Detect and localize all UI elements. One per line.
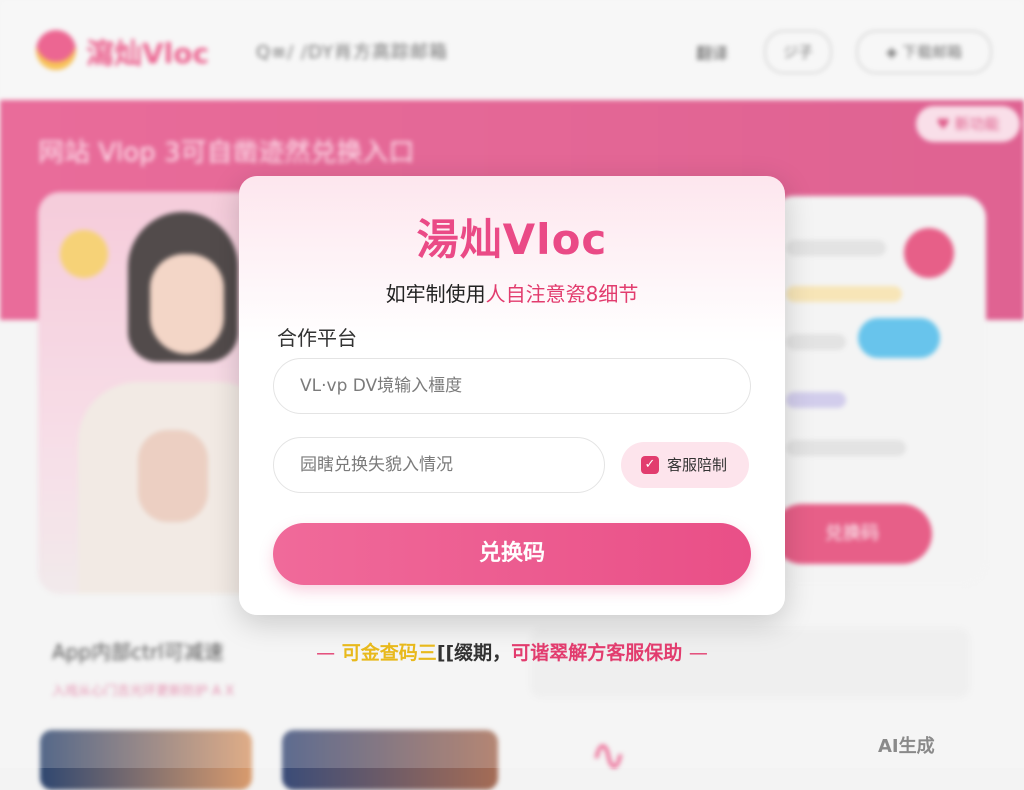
- modal-title: 湯灿Vloc: [416, 215, 608, 264]
- notice-dash-left: —: [316, 642, 336, 664]
- notice-text-pink: 可谐翠解方客服保助: [511, 642, 683, 664]
- redeem-code-input[interactable]: 园瞎兑换失貌入情况: [273, 437, 605, 493]
- modal-subtitle-highlight: 人自注意瓷8细节: [485, 282, 639, 306]
- ai-watermark: AI生成: [878, 736, 935, 757]
- modal-subtitle-text: 如牢制使用: [385, 282, 486, 306]
- redeem-submit-button[interactable]: 兑换码: [273, 523, 751, 585]
- checkbox-label: 客服陪制: [667, 456, 728, 474]
- notice-dash-right: —: [688, 642, 708, 664]
- checkbox-checked-icon[interactable]: ✓: [641, 456, 659, 474]
- notice-line: — 可金查码三[[缀期，可谐翠解方客服保助 —: [0, 638, 1024, 665]
- service-checkbox[interactable]: ✓ 客服陪制: [621, 442, 749, 488]
- platform-input[interactable]: VL·vp DV境输入橿度: [273, 358, 751, 414]
- modal-subtitle: 如牢制使用人自注意瓷8细节: [239, 278, 785, 307]
- platform-label: 合作平台: [277, 326, 357, 350]
- redeem-modal: 湯灿Vloc 如牢制使用人自注意瓷8细节 合作平台 VL·vp DV境输入橿度 …: [239, 176, 785, 615]
- notice-text-yellow: 可金查码三: [341, 642, 437, 664]
- notice-text-dark: [[缀期，: [436, 642, 512, 664]
